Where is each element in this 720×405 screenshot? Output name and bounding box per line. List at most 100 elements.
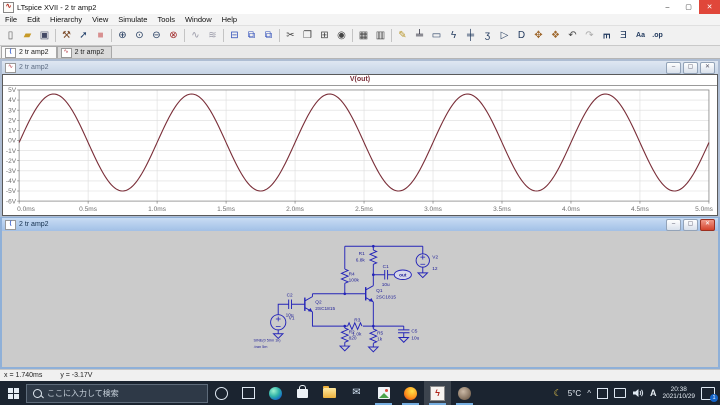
action-center-icon[interactable]: 1 [701,386,718,402]
taskbar-explorer-icon[interactable] [316,381,343,405]
value-c5: 10u [411,335,419,341]
value-r3: 1.0k [352,332,362,338]
component-tool-icon[interactable]: D [513,28,530,44]
ime-mode-indicator[interactable]: A [650,388,657,398]
tile-horizontally-tool-icon[interactable]: ⊟ [226,28,243,44]
speaker-icon[interactable] [632,388,644,398]
menu-hierarchy[interactable]: Hierarchy [45,15,87,24]
close-button[interactable]: ✕ [700,218,715,231]
print-preview-tool-icon[interactable]: ▥ [372,28,389,44]
network-icon[interactable] [613,388,626,398]
ground-tool-icon[interactable]: ╧ [411,28,428,44]
zoom-full-extents-tool-icon[interactable]: ⊗ [165,28,182,44]
window-buttons: – ▢ ✕ [657,0,720,14]
save-tool-icon[interactable]: ▣ [36,28,53,44]
tab-waveform[interactable]: ∿ 2 tr amp2 [56,46,113,58]
cut-tool-icon[interactable]: ✂ [282,28,299,44]
taskbar-clock[interactable]: 20:38 2021/10/29 [662,386,695,400]
schematic-window-icon: ⟨ [5,219,16,230]
toolbar-separator [391,29,392,42]
find-tool-icon[interactable]: ◉ [333,28,350,44]
paste-tool-icon[interactable]: ⊞ [316,28,333,44]
new-schematic-tool-icon[interactable]: ▯ [2,28,19,44]
wire-tool-icon[interactable]: ✎ [394,28,411,44]
taskbar-photos-icon[interactable] [370,381,397,405]
menu-file[interactable]: File [0,15,22,24]
maximize-button[interactable]: ▢ [678,0,699,14]
trace-label[interactable]: V(out) [3,75,717,86]
maximize-button[interactable]: ▢ [683,61,698,74]
tab-schematic[interactable]: ⟨ 2 tr amp2 [1,46,57,58]
mirror-tool-icon[interactable]: Ǝ [615,28,632,44]
diode-tool-icon[interactable]: ▷ [496,28,513,44]
taskbar-mail-icon[interactable]: ✉ [343,381,370,405]
open-tool-icon[interactable]: ▰ [19,28,36,44]
move-tool-icon[interactable]: ✥ [530,28,547,44]
text-tool-icon[interactable]: Aa [632,28,649,44]
firefox-icon [404,386,417,400]
net-label-tool-icon[interactable]: ▭ [428,28,445,44]
taskbar-taskview-icon[interactable] [235,381,262,405]
redo-tool-icon[interactable]: ↷ [581,28,598,44]
x-tick-label: 3.0ms [424,206,443,213]
zoom-in-tool-icon[interactable]: ⊕ [114,28,131,44]
weather-moon-icon[interactable]: ☾ [554,388,562,399]
port-out[interactable]: out [399,273,407,279]
temperature[interactable]: 5°C [568,389,581,398]
toolbar: ▯ ▰ ▣ ⚒ ➚ ■ ⊕ ⊙ ⊖ ⊗ ∿ ≋ ⊟ ⧉ ⧉ ✂ ❐ ⊞ ◉ ▦ ▥ ✎ ╧ ▭ ϟ ╪ ʒ ▷ D ✥ ❖ ↶ ↷ E Ǝ Aa .op [0,26,720,46]
capacitor-tool-icon[interactable]: ╪ [462,28,479,44]
rotate-tool-icon[interactable]: E [599,27,615,44]
plot-pane[interactable]: V(out) 5V 4V 3V 2V 1V 0V -1V -2V -3V -4V -5V -6V 0.0… [2,74,718,216]
copy-tool-icon[interactable]: ❐ [299,28,316,44]
tab-label: 2 tr amp2 [19,49,49,56]
zoom-back-tool-icon[interactable]: ⊙ [131,28,148,44]
taskbar-edge-icon[interactable] [262,381,289,405]
hidden-icons-chevron[interactable]: ^ [587,389,591,398]
print-tool-icon[interactable]: ▦ [355,28,372,44]
close-button[interactable]: ✕ [699,0,720,14]
taskbar-firefox-icon[interactable] [397,381,424,405]
menu-window[interactable]: Window [180,15,217,24]
autorange-y-axis-tool-icon[interactable]: ∿ [187,28,204,44]
zoom-out-tool-icon[interactable]: ⊖ [148,28,165,44]
inductor-tool-icon[interactable]: ʒ [479,28,496,44]
menu-edit[interactable]: Edit [22,15,45,24]
start-button[interactable] [0,381,26,405]
menu-help[interactable]: Help [217,15,242,24]
waveform-plot[interactable]: 5V 4V 3V 2V 1V 0V -1V -2V -3V -4V -5V -6V0.0ms 0.5ms… [3,86,717,215]
mdi-area: ∿ 2 tr amp2 – ▢ ✕ V(out) 5V 4V 3V 2V 1V 0V -1V… [0,59,720,369]
spice-directive-tool-icon[interactable]: .op [649,28,666,44]
drag-tool-icon[interactable]: ❖ [547,28,564,44]
menu-view[interactable]: View [87,15,113,24]
menu-simulate[interactable]: Simulate [113,15,152,24]
control-panel-tool-icon[interactable]: ⚒ [58,28,75,44]
waveform-window-titlebar[interactable]: ∿ 2 tr amp2 – ▢ ✕ [2,61,718,74]
tile-vertically-tool-icon[interactable]: ⧉ [243,28,260,44]
minimize-button[interactable]: – [666,61,681,74]
minimize-button[interactable]: – [657,0,678,14]
plot-settings-tool-icon[interactable]: ≋ [204,28,221,44]
minimize-button[interactable]: – [666,218,681,231]
schematic-window-titlebar[interactable]: ⟨ 2 tr amp2 – ▢ ✕ [2,218,718,231]
menu-tools[interactable]: Tools [152,15,180,24]
cascade-windows-tool-icon[interactable]: ⧉ [260,28,277,44]
label-c2: C2 [287,293,293,299]
close-button[interactable]: ✕ [700,61,715,74]
y-tick-label: 0V [8,138,17,145]
taskbar-store-icon[interactable] [289,381,316,405]
taskbar-search[interactable]: ここに入力して検索 [26,383,208,403]
run-tool-icon[interactable]: ➚ [75,28,92,44]
ime-options-icon[interactable] [596,387,608,399]
title-bar: ∿ LTspice XVII - 2 tr amp2 – ▢ ✕ [0,0,720,14]
taskbar-ltspice-icon[interactable]: ϟ [424,381,451,405]
taskbar-gimp-icon[interactable] [451,381,478,405]
toolbar-separator [352,29,353,42]
resistor-tool-icon[interactable]: ϟ [445,28,462,44]
halt-tool-icon[interactable]: ■ [92,28,109,44]
taskbar-cortana-icon[interactable] [208,381,235,405]
menu-bar: File Edit Hierarchy View Simulate Tools Window… [0,14,720,26]
schematic-canvas[interactable]: R1 6.8k C1 10u out V2 12 R4 100k Q1 2SC1… [2,231,718,367]
undo-tool-icon[interactable]: ↶ [564,28,581,44]
waveform-window-buttons: – ▢ ✕ [666,61,715,74]
maximize-button[interactable]: ▢ [683,218,698,231]
